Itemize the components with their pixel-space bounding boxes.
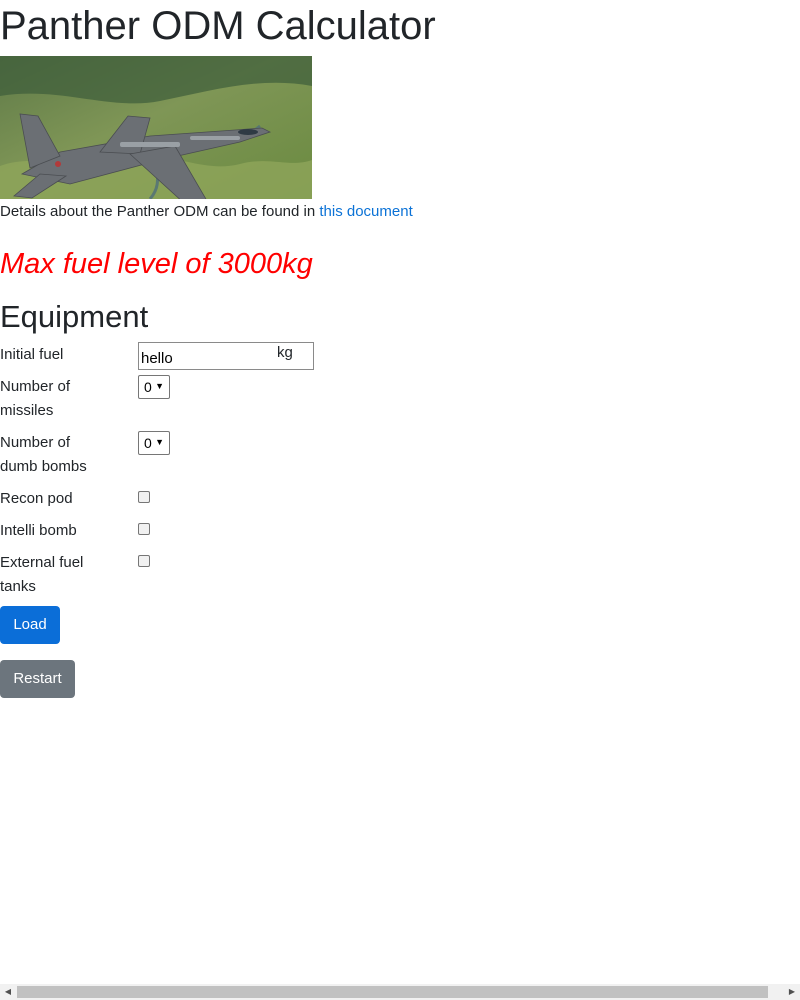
document-link[interactable]: this document xyxy=(319,203,412,220)
arrow-right-icon[interactable]: ▶ xyxy=(784,984,800,1000)
caret-down-icon: ▼ xyxy=(155,437,164,447)
details-text: Details about the Panther ODM can be fou… xyxy=(0,202,413,222)
details-prefix: Details about the Panther ODM can be fou… xyxy=(0,203,320,220)
external-fuel-tanks-checkbox[interactable] xyxy=(138,555,150,567)
dumb-bombs-select[interactable]: 0 ▼ xyxy=(138,431,170,455)
missiles-label: Number of missiles xyxy=(0,378,71,419)
external-fuel-tanks-label: External fuel tanks xyxy=(0,554,84,595)
dumb-bombs-select-value: 0 xyxy=(144,435,152,451)
caret-down-icon: ▼ xyxy=(155,381,164,391)
intelli-bomb-checkbox[interactable] xyxy=(138,523,150,535)
missiles-select[interactable]: 0 ▼ xyxy=(138,375,170,399)
recon-pod-checkbox[interactable] xyxy=(138,491,150,503)
page-title: Panther ODM Calculator xyxy=(0,4,436,48)
load-button[interactable]: Load xyxy=(0,606,60,644)
scrollbar-thumb[interactable] xyxy=(17,986,768,998)
intelli-bomb-label: Intelli bomb xyxy=(0,522,77,539)
initial-fuel-label: Initial fuel xyxy=(0,346,64,363)
dumb-bombs-label: Number of dumb bombs xyxy=(0,434,87,475)
hero-image xyxy=(0,56,312,199)
recon-pod-label: Recon pod xyxy=(0,490,73,507)
restart-button[interactable]: Restart xyxy=(0,660,75,698)
max-fuel-notice: Max fuel level of 3000kg xyxy=(0,248,313,280)
missiles-select-value: 0 xyxy=(144,379,152,395)
arrow-left-icon[interactable]: ◀ xyxy=(0,984,16,1000)
fuel-unit-label: kg xyxy=(277,344,293,361)
horizontal-scrollbar[interactable]: ◀ ▶ xyxy=(0,984,800,1000)
equipment-heading: Equipment xyxy=(0,299,149,334)
